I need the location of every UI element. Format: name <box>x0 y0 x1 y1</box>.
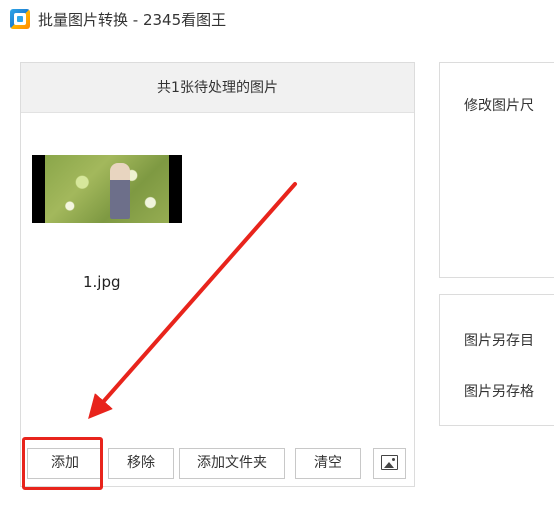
app-logo-icon <box>10 9 30 29</box>
thumbnail-image <box>45 155 169 223</box>
clear-button[interactable]: 清空 <box>295 448 361 479</box>
image-thumbnail[interactable] <box>32 155 182 223</box>
thumbnail-figure <box>110 163 130 219</box>
image-icon <box>381 455 398 470</box>
pending-images-panel: 共1张待处理的图片 1.jpg 添加 移除 添加文件夹 清空 <box>20 62 415 487</box>
remove-button[interactable]: 移除 <box>108 448 174 479</box>
add-folder-button[interactable]: 添加文件夹 <box>179 448 285 479</box>
batch-convert-window: 批量图片转换 - 2345看图王 共1张待处理的图片 1.jpg 添加 移除 添… <box>0 0 554 519</box>
image-view-button[interactable] <box>373 448 406 479</box>
file-name-label: 1.jpg <box>83 273 121 291</box>
resize-settings-panel: 修改图片尺 <box>439 62 554 278</box>
title-bar: 批量图片转换 - 2345看图王 <box>0 0 554 38</box>
add-button[interactable]: 添加 <box>27 448 103 479</box>
save-format-label: 图片另存格 <box>464 384 534 400</box>
window-title: 批量图片转换 - 2345看图王 <box>38 11 227 29</box>
pending-count-header: 共1张待处理的图片 <box>21 63 414 113</box>
save-directory-label: 图片另存目 <box>464 333 534 349</box>
resize-label: 修改图片尺 <box>464 98 534 114</box>
save-settings-panel: 图片另存目 图片另存格 <box>439 294 554 426</box>
